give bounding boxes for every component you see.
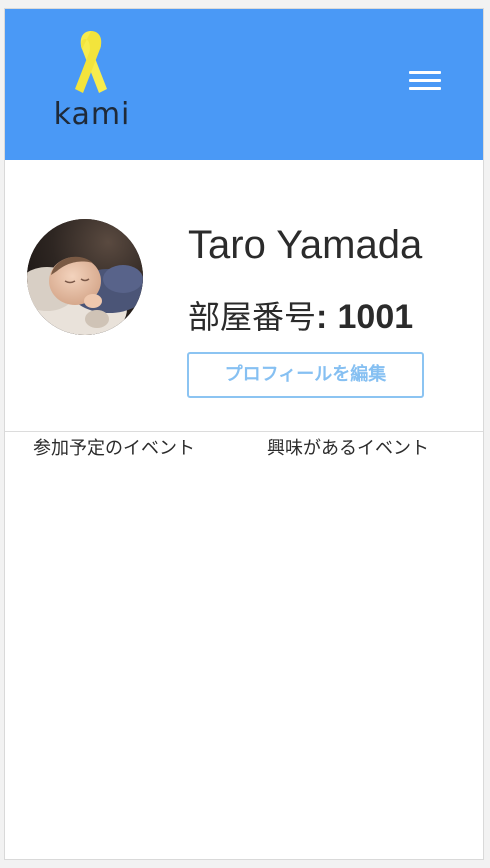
hamburger-menu-icon [409,71,441,74]
room-value: 1001 [337,298,414,336]
header-bar: kami [5,9,483,160]
room-label: 部屋番号 [188,298,317,336]
logo-text: kami [53,97,131,132]
kami-logo[interactable]: kami [49,27,135,137]
avatar[interactable] [27,219,143,335]
hamburger-menu-button[interactable] [405,67,445,97]
sleeping-baby-avatar-icon [27,219,143,335]
room-number: 部屋番号: 1001 [188,297,413,337]
hamburger-menu-icon [409,79,441,82]
app-frame: kami Taro Yamada 部屋番号: 1001 プロフィールを編集 参加… [4,8,484,860]
tab-interested-events[interactable]: 興味があるイベント [267,435,429,463]
profile-name: Taro Yamada [188,223,423,267]
section-divider [5,431,483,432]
room-separator: : [316,298,328,336]
edit-profile-button[interactable]: プロフィールを編集 [187,352,424,398]
tab-attending-events[interactable]: 参加予定のイベント [33,435,195,463]
ribbon-icon [75,31,107,93]
hamburger-menu-icon [409,87,441,90]
